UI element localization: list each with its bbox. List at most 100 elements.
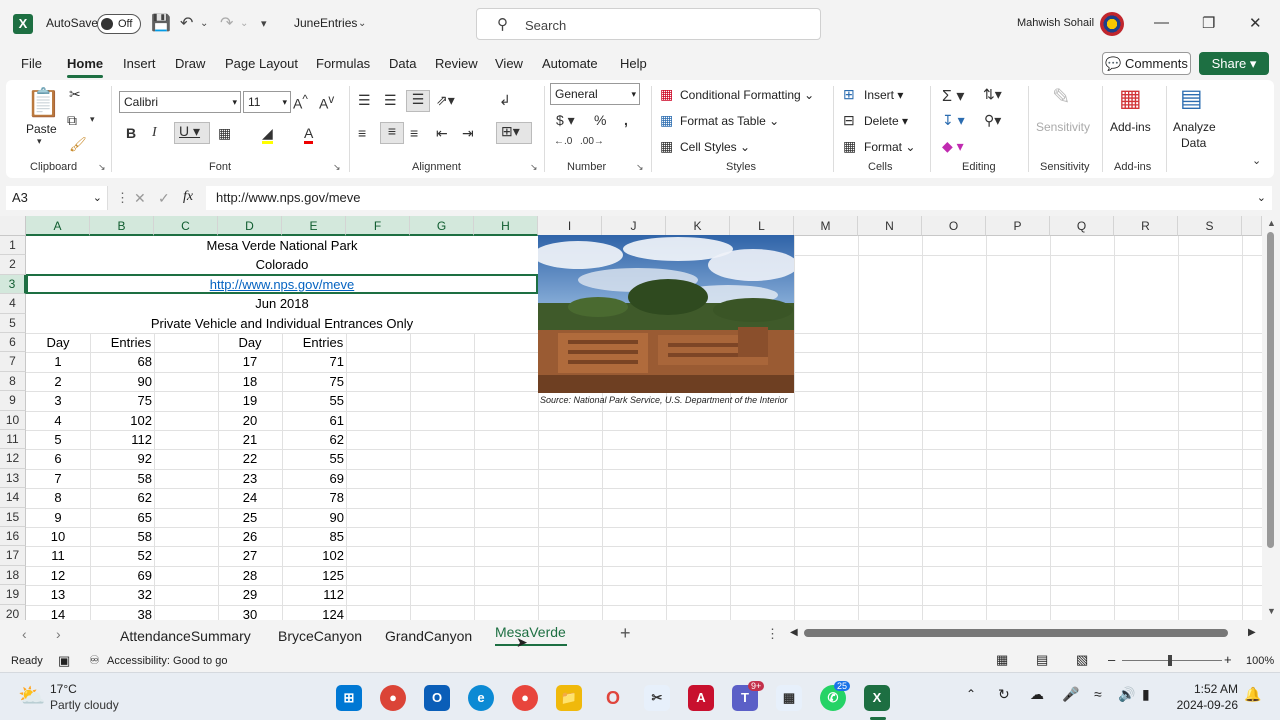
- customize-qat-icon[interactable]: ▾: [261, 17, 267, 30]
- column-header-e[interactable]: E: [282, 216, 346, 236]
- cell-day-a[interactable]: 13: [26, 585, 90, 604]
- decrease-font-icon[interactable]: Av: [319, 93, 334, 112]
- wrap-text-icon[interactable]: ↲: [499, 92, 511, 109]
- prev-sheet-icon[interactable]: ‹: [22, 626, 27, 642]
- row-header[interactable]: 9: [0, 391, 26, 411]
- cell-day-d[interactable]: 30: [218, 605, 282, 620]
- cell-day-d[interactable]: 24: [218, 488, 282, 507]
- column-header-i[interactable]: I: [538, 216, 602, 236]
- row-header[interactable]: 18: [0, 565, 26, 586]
- clear-icon[interactable]: ◆ ▾: [942, 138, 964, 155]
- cell-entries-e[interactable]: 62: [282, 430, 344, 449]
- row-header[interactable]: 12: [0, 449, 26, 469]
- clock-time[interactable]: 1:52 AM: [1172, 682, 1238, 696]
- filename-chevron-icon[interactable]: ⌄: [358, 18, 366, 29]
- normal-view-icon[interactable]: ▦: [996, 652, 1008, 668]
- align-left-icon[interactable]: ≡: [358, 125, 366, 141]
- start-icon[interactable]: ⊞: [336, 685, 362, 711]
- edge-icon[interactable]: e: [468, 685, 494, 711]
- conditional-formatting-button[interactable]: Conditional Formatting ⌄: [680, 88, 814, 102]
- sheet-tab-bryce-canyon[interactable]: BryceCanyon: [278, 628, 362, 644]
- row-header[interactable]: 14: [0, 488, 26, 508]
- column-header-h[interactable]: H: [474, 216, 538, 236]
- font-size-dropdown[interactable]: 11 ▾: [243, 91, 291, 113]
- decrease-indent-icon[interactable]: ⇤: [436, 125, 448, 142]
- header-day-2[interactable]: Day: [218, 333, 282, 352]
- cut-icon[interactable]: ✂: [69, 86, 81, 103]
- cell-entries-e[interactable]: 124: [282, 605, 344, 620]
- row-header[interactable]: 2: [0, 255, 26, 275]
- app-icon[interactable]: ▦: [776, 685, 802, 711]
- decrease-decimal-icon[interactable]: .00→: [580, 136, 604, 147]
- analyze-data-icon[interactable]: ▤: [1180, 84, 1203, 113]
- increase-decimal-icon[interactable]: ←.0: [554, 136, 572, 147]
- column-header-r[interactable]: R: [1114, 216, 1178, 236]
- sync-icon[interactable]: ↻: [998, 686, 1010, 703]
- cell-entries-b[interactable]: 69: [90, 566, 152, 585]
- tab-page-layout[interactable]: Page Layout: [225, 56, 298, 71]
- fill-color-icon[interactable]: ◢: [262, 125, 273, 144]
- cell-title[interactable]: Mesa Verde National Park: [26, 236, 538, 255]
- conditional-formatting-icon[interactable]: ▦: [660, 86, 673, 103]
- macro-record-icon[interactable]: ▣: [58, 653, 70, 669]
- tab-home[interactable]: Home: [67, 56, 103, 71]
- scroll-down-icon[interactable]: ▼: [1267, 606, 1276, 616]
- cell-day-a[interactable]: 4: [26, 411, 90, 430]
- format-cells-icon[interactable]: ▦: [843, 138, 856, 155]
- search-box[interactable]: ⚲ Search: [476, 8, 821, 40]
- zoom-in-icon[interactable]: +: [1224, 652, 1232, 667]
- row-header[interactable]: 7: [0, 352, 26, 372]
- number-format-dropdown[interactable]: General ▾: [550, 83, 640, 105]
- page-layout-view-icon[interactable]: ▤: [1036, 652, 1048, 668]
- cell-entries-e[interactable]: 102: [282, 546, 344, 565]
- cell-entries-e[interactable]: 125: [282, 566, 344, 585]
- tab-file[interactable]: File: [21, 56, 42, 71]
- cancel-entry-icon[interactable]: ✕: [134, 190, 146, 207]
- sort-filter-icon[interactable]: ⇅▾: [983, 86, 1002, 103]
- cell-day-d[interactable]: 19: [218, 391, 282, 410]
- format-as-table-button[interactable]: Format as Table ⌄: [680, 114, 779, 128]
- minimize-icon[interactable]: —: [1154, 14, 1169, 31]
- undo-dropdown-icon[interactable]: ⌄: [200, 18, 208, 29]
- tab-draw[interactable]: Draw: [175, 56, 205, 71]
- paste-icon[interactable]: 📋: [26, 86, 61, 119]
- zoom-slider[interactable]: [1122, 660, 1222, 661]
- cell-entries-b[interactable]: 92: [90, 449, 152, 468]
- align-middle-icon[interactable]: ☰: [384, 92, 397, 109]
- cell-day-d[interactable]: 20: [218, 411, 282, 430]
- save-icon[interactable]: 💾: [151, 13, 171, 33]
- row-header[interactable]: 6: [0, 333, 26, 353]
- orientation-icon[interactable]: ⇗▾: [436, 92, 455, 109]
- analyze-data-button[interactable]: Analyze: [1173, 120, 1216, 134]
- cell-day-d[interactable]: 29: [218, 585, 282, 604]
- cell-entries-e[interactable]: 90: [282, 508, 344, 527]
- cell-day-a[interactable]: 12: [26, 566, 90, 585]
- sensitivity-icon[interactable]: ✎: [1052, 84, 1070, 110]
- column-header-c[interactable]: C: [154, 216, 218, 236]
- column-header-a[interactable]: A: [26, 216, 90, 236]
- font-color-icon[interactable]: A: [304, 125, 314, 144]
- tab-data[interactable]: Data: [389, 56, 416, 71]
- paste-dropdown-icon[interactable]: ▾: [37, 136, 42, 147]
- cell-entries-e[interactable]: 75: [282, 372, 344, 391]
- copy-icon[interactable]: ⧉: [67, 112, 77, 129]
- align-center-icon[interactable]: ≡: [380, 122, 404, 144]
- row-header[interactable]: 3: [0, 274, 26, 295]
- avatar[interactable]: [1100, 12, 1124, 36]
- font-launcher-icon[interactable]: ↘: [333, 162, 341, 173]
- row-header[interactable]: 11: [0, 430, 26, 450]
- add-ins-button[interactable]: Add-ins: [1110, 120, 1151, 134]
- excel-taskbar-icon[interactable]: X: [864, 685, 890, 711]
- format-as-table-icon[interactable]: ▦: [660, 112, 673, 129]
- opera-icon[interactable]: O: [600, 685, 626, 711]
- increase-indent-icon[interactable]: ⇥: [462, 125, 474, 142]
- volume-icon[interactable]: 🔊: [1118, 686, 1135, 703]
- cell-entries-e[interactable]: 69: [282, 469, 344, 488]
- cell-month[interactable]: Jun 2018: [26, 294, 538, 313]
- cell-entries-e[interactable]: 78: [282, 488, 344, 507]
- comments-button[interactable]: 💬 Comments: [1102, 52, 1191, 75]
- delete-cells-icon[interactable]: ⊟: [843, 112, 855, 129]
- cell-entries-e[interactable]: 112: [282, 585, 344, 604]
- chrome-icon[interactable]: ●: [380, 685, 406, 711]
- tab-formulas[interactable]: Formulas: [316, 56, 370, 71]
